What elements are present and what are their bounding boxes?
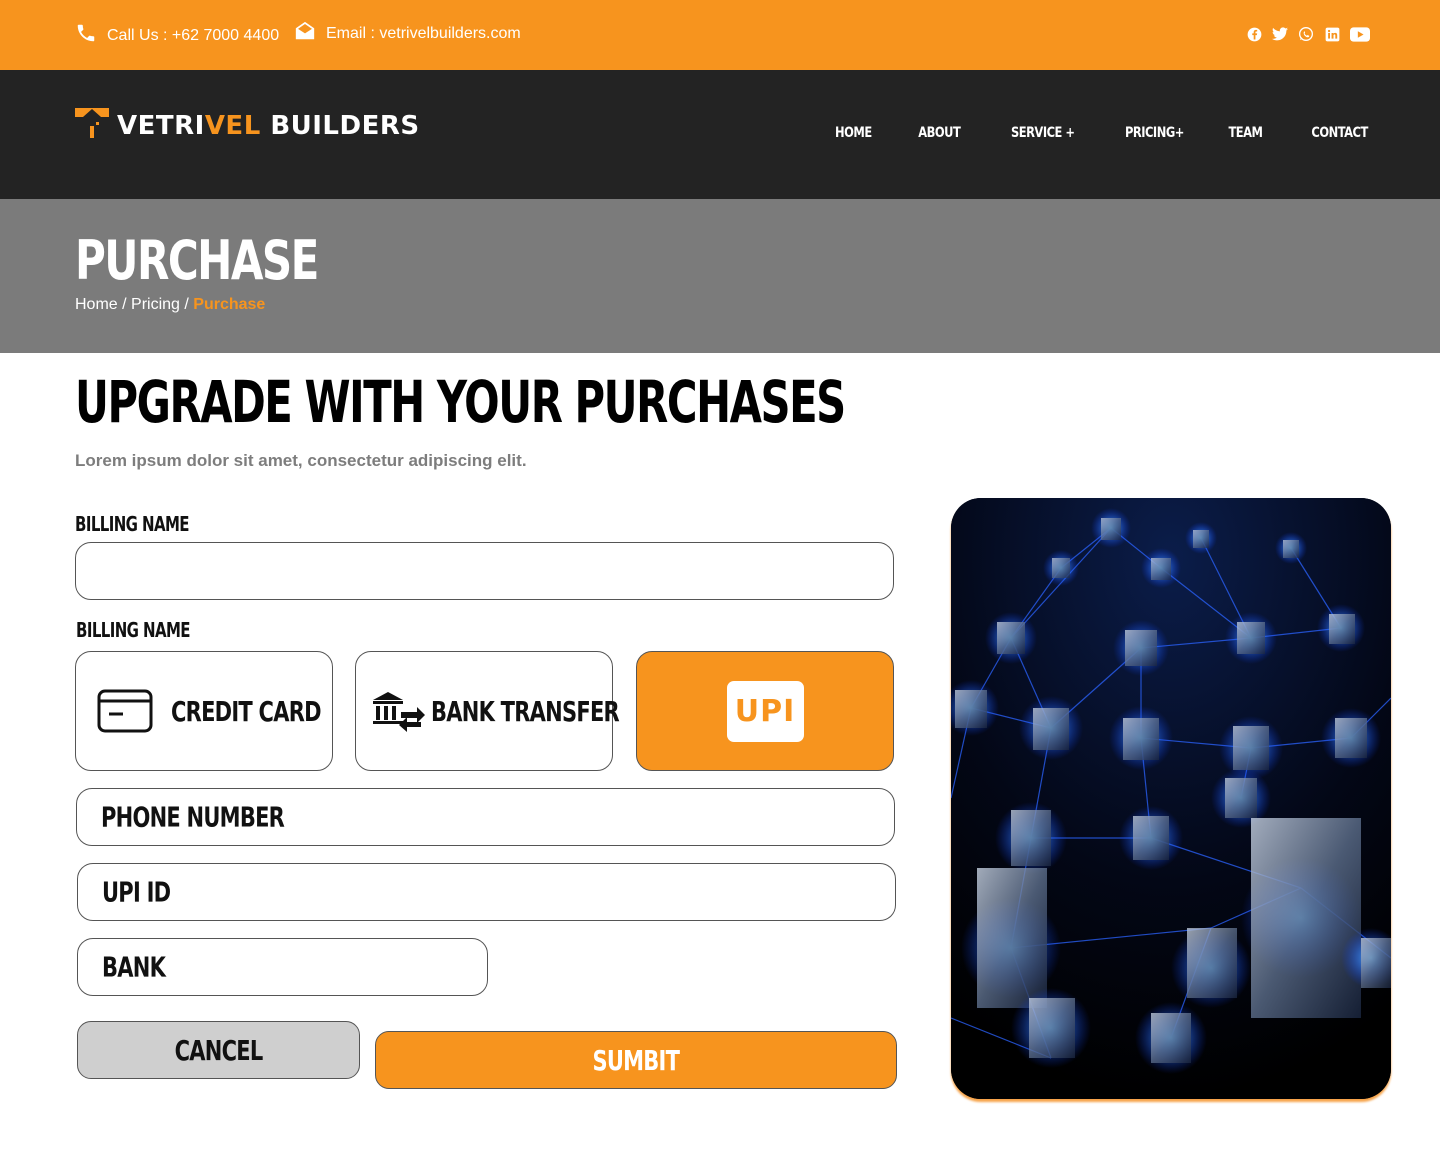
upi-logo: UPI bbox=[726, 680, 804, 742]
billing-name-label: BILLING NAME bbox=[75, 512, 190, 536]
breadcrumb-home[interactable]: Home bbox=[75, 296, 118, 313]
whatsapp-icon[interactable] bbox=[1298, 26, 1314, 42]
breadcrumb-pricing[interactable]: Pricing bbox=[131, 296, 180, 313]
section-title: UPGRADE WITH YOUR PURCHASES bbox=[75, 368, 846, 436]
nav-pricing[interactable]: PRICING+ bbox=[1125, 125, 1184, 141]
house-logo-icon bbox=[75, 108, 109, 143]
payment-method-label: BILLING NAME bbox=[76, 618, 191, 642]
payment-option-label: CREDIT CARD bbox=[171, 694, 322, 728]
twitter-icon[interactable] bbox=[1272, 26, 1288, 42]
breadcrumb-separator: / bbox=[117, 296, 132, 313]
brand-logo[interactable]: VETRIVEL BUILDERS bbox=[75, 108, 420, 143]
bank-input[interactable]: BANK bbox=[77, 938, 488, 996]
bank-placeholder: BANK bbox=[102, 950, 166, 984]
payment-option-label: BANK TRANSFER bbox=[431, 694, 620, 728]
breadcrumb-current: Purchase bbox=[193, 296, 266, 313]
email-icon bbox=[294, 20, 326, 47]
nav-home[interactable]: HOME bbox=[835, 125, 872, 141]
social-links bbox=[1246, 26, 1370, 42]
section-subtitle: Lorem ipsum dolor sit amet, consectetur … bbox=[75, 451, 527, 470]
linkedin-icon[interactable] bbox=[1324, 26, 1340, 42]
nav-menu: HOME ABOUT SERVICE + PRICING+ TEAM CONTA… bbox=[790, 125, 1368, 141]
top-contact-bar: Call Us : +62 7000 4400 Email : vetrivel… bbox=[0, 0, 1440, 70]
credit-card-icon bbox=[97, 689, 153, 733]
upi-id-placeholder: UPI ID bbox=[102, 875, 171, 909]
page-header: PURCHASE Home / Pricing / Purchase bbox=[0, 199, 1440, 353]
phone-icon bbox=[75, 22, 107, 49]
billing-name-input[interactable] bbox=[75, 542, 894, 600]
nav-about[interactable]: ABOUT bbox=[918, 125, 961, 141]
nav-service[interactable]: SERVICE + bbox=[1011, 125, 1075, 141]
brand-name: VETRIVEL BUILDERS bbox=[117, 110, 420, 141]
phone-number-placeholder: PHONE NUMBER bbox=[101, 800, 285, 834]
page-title: PURCHASE bbox=[75, 229, 319, 292]
bank-transfer-icon bbox=[371, 690, 425, 732]
nav-contact[interactable]: CONTACT bbox=[1312, 125, 1369, 141]
breadcrumb: Home / Pricing / Purchase bbox=[75, 296, 265, 314]
network-illustration bbox=[951, 498, 1391, 1099]
email-contact[interactable]: Email : vetrivelbuilders.com bbox=[294, 20, 521, 47]
phone-label: Call Us : +62 7000 4400 bbox=[107, 26, 280, 44]
submit-button[interactable]: SUMBIT bbox=[375, 1031, 897, 1089]
phone-contact[interactable]: Call Us : +62 7000 4400 bbox=[75, 22, 279, 49]
phone-number-input[interactable]: PHONE NUMBER bbox=[76, 788, 895, 846]
main-navbar: VETRIVEL BUILDERS HOME ABOUT SERVICE + P… bbox=[0, 70, 1440, 199]
youtube-icon[interactable] bbox=[1350, 26, 1370, 42]
payment-option-bank-transfer[interactable]: BANK TRANSFER bbox=[355, 651, 620, 771]
facebook-icon[interactable] bbox=[1246, 26, 1262, 42]
nav-team[interactable]: TEAM bbox=[1228, 125, 1263, 141]
payment-option-upi[interactable]: UPI bbox=[636, 651, 894, 771]
cancel-button[interactable]: CANCEL bbox=[77, 1021, 360, 1079]
upi-id-input[interactable]: UPI ID bbox=[77, 863, 896, 921]
payment-option-credit-card[interactable]: CREDIT CARD bbox=[75, 651, 333, 771]
breadcrumb-separator: / bbox=[179, 296, 194, 313]
email-label: Email : vetrivelbuilders.com bbox=[326, 24, 521, 42]
